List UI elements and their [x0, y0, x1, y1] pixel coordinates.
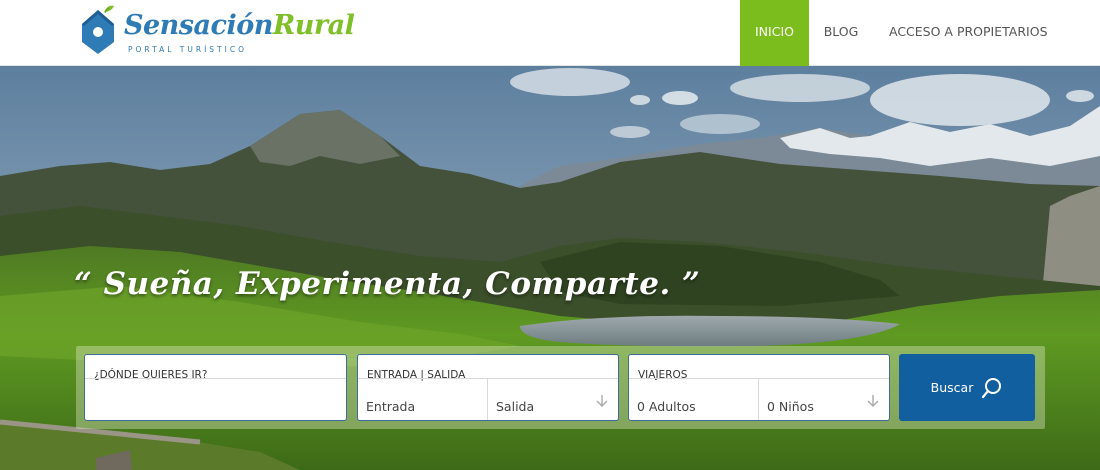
- chevron-down-icon[interactable]: [595, 393, 609, 409]
- children-field[interactable]: 0 Niños: [767, 399, 814, 414]
- dates-box: ENTRADA | SALIDA Entrada Salida: [357, 354, 619, 421]
- travelers-box: VIAJEROS 0 Adultos 0 Niños: [628, 354, 890, 421]
- hero-slogan: “ Sueña, Experimenta, Comparte. ”: [74, 266, 701, 302]
- brand-tagline: PORTAL TURÍSTICO: [128, 45, 247, 54]
- travelers-split: [758, 378, 759, 420]
- dates-label: ENTRADA | SALIDA: [367, 369, 466, 381]
- dates-divider: [358, 378, 618, 379]
- nav-item-acceso-propietarios[interactable]: ACCESO A PROPIETARIOS: [873, 0, 1048, 66]
- travelers-divider: [629, 378, 889, 379]
- destination-input[interactable]: [86, 380, 344, 419]
- adults-field[interactable]: 0 Adultos: [637, 399, 696, 414]
- search-button-label: Buscar: [930, 380, 974, 395]
- where-divider: [85, 378, 346, 379]
- search-button[interactable]: Buscar: [899, 354, 1035, 421]
- where-box: ¿DÓNDE QUIERES IR?: [84, 354, 347, 421]
- travelers-label: VIAJEROS: [638, 369, 688, 381]
- dates-split: [487, 378, 488, 420]
- nav-item-blog[interactable]: BLOG: [809, 0, 873, 66]
- brand-logo[interactable]: SensaciónRural PORTAL TURÍSTICO: [78, 4, 355, 60]
- search-panel: ¿DÓNDE QUIERES IR? ENTRADA | SALIDA Entr…: [76, 346, 1045, 429]
- main-nav: INICIO BLOG ACCESO A PROPIETARIOS: [740, 0, 1048, 66]
- brand-name-part2: Rural: [272, 10, 355, 41]
- checkin-field[interactable]: Entrada: [366, 399, 415, 414]
- search-icon: [982, 377, 1002, 398]
- checkout-field[interactable]: Salida: [496, 399, 534, 414]
- brand-name-part1: Sensación: [124, 10, 273, 41]
- nav-item-inicio[interactable]: INICIO: [740, 0, 809, 66]
- brand-name: SensaciónRural: [124, 10, 355, 41]
- house-logo-icon: [82, 5, 114, 54]
- chevron-down-icon[interactable]: [866, 393, 880, 409]
- site-header: SensaciónRural PORTAL TURÍSTICO INICIO B…: [0, 0, 1100, 66]
